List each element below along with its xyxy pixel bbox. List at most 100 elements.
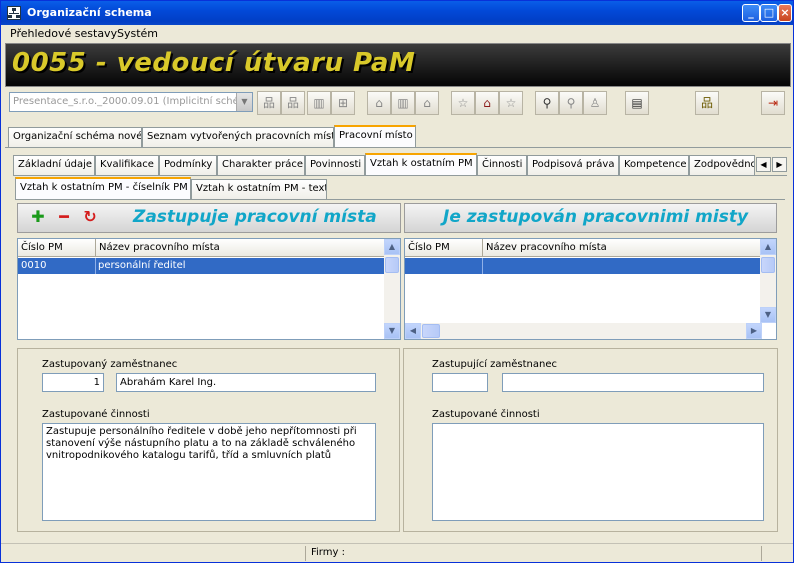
menu-item-prehledove-sestavy[interactable]: Přehledové sestavy [10, 27, 117, 40]
left-col-cislo-pm[interactable]: Číslo PM [18, 239, 96, 257]
window-title: Organizační schema [27, 6, 152, 19]
tab-organizacni-schema-nove[interactable]: Organizační schéma nové [8, 127, 142, 147]
zastupujici-zamestnanec-label: Zastupující zaměstnanec [432, 359, 557, 370]
org-chart-down-icon[interactable]: 品 [281, 91, 305, 115]
tab-seznam-pracovnich-mist[interactable]: Seznam vytvořených pracovních míst [142, 127, 334, 147]
house-icon[interactable]: ⌂ [367, 91, 391, 115]
toolbar: Presentace_s.r.o._2000.09.01 (Implicitní… [5, 89, 791, 117]
network-icon[interactable]: 品 [695, 91, 719, 115]
right-detail-group: Zastupující zaměstnanec Zastupované činn… [403, 348, 778, 532]
tab-vztah-text[interactable]: Vztah k ostatním PM - text [191, 179, 327, 199]
remove-icon[interactable]: ━ [54, 208, 74, 228]
scroll-down-icon[interactable]: ▼ [384, 323, 400, 339]
scroll-up-icon[interactable]: ▲ [384, 239, 400, 255]
zastupovane-cinnosti-label: Zastupované činnosti [42, 409, 150, 420]
position-banner: 0055 - vedoucí útvaru PaM [5, 43, 791, 87]
scroll-up-icon[interactable]: ▲ [760, 239, 776, 255]
schema-select-value: Presentace_s.r.o._2000.09.01 (Implicitní… [13, 96, 239, 107]
tab-scroll-right-icon[interactable]: ▶ [772, 157, 787, 172]
star-icon[interactable]: ☆ [451, 91, 475, 115]
minimize-button[interactable]: _ [742, 4, 760, 22]
tab-vztah-ciselnik-pm[interactable]: Vztah k ostatním PM - číselník PM [15, 177, 191, 199]
zoom-icon[interactable]: ⚲ [559, 91, 583, 115]
title-bar[interactable]: Organizační schema _ □ × [1, 1, 793, 25]
right-grid-vscrollbar[interactable]: ▲ ▼ [760, 239, 776, 323]
tab-povinnosti[interactable]: Povinnosti [305, 155, 365, 175]
hscroll-thumb[interactable] [422, 324, 440, 338]
status-separator [305, 546, 306, 561]
schema-select[interactable]: Presentace_s.r.o._2000.09.01 (Implicitní… [9, 92, 253, 112]
row-nazev: personální ředitel [98, 260, 186, 271]
right-panel-header: Je zastupován pracovnimi misty [404, 203, 777, 233]
tab-kvalifikace[interactable]: Kvalifikace [95, 155, 159, 175]
refresh-icon[interactable]: ↻ [80, 208, 100, 228]
left-detail-group: Zastupovaný zaměstnanec 1 Abrahám Karel … [17, 348, 400, 532]
right-panel-title: Je zastupován pracovnimi misty [443, 207, 749, 227]
tab-charakter-prace[interactable]: Charakter práce [217, 155, 305, 175]
tab-zodpovednost[interactable]: Zodpovědno [689, 155, 755, 175]
exit-door-icon[interactable]: ⇥ [761, 91, 785, 115]
org-chart-app-icon [7, 6, 21, 20]
status-bar: Firmy : [1, 543, 793, 562]
right-grid-hscrollbar[interactable]: ◀ ▶ [405, 323, 762, 339]
status-separator [761, 546, 762, 561]
main-tab-divider [5, 147, 791, 148]
menu-item-system[interactable]: Systém [117, 27, 158, 40]
table-row[interactable] [405, 258, 762, 274]
people-icon[interactable]: ☆ [499, 91, 523, 115]
tab-zakladni-udaje[interactable]: Základní údaje [13, 155, 95, 175]
inner-tab-row: Vztah k ostatním PM - číselník PM Vztah … [5, 177, 791, 199]
left-grid-vscrollbar[interactable]: ▲ ▼ [384, 239, 400, 339]
scroll-left-icon[interactable]: ◀ [405, 323, 421, 339]
scroll-thumb[interactable] [385, 257, 399, 273]
house-up-icon[interactable]: ▥ [391, 91, 415, 115]
maximize-button[interactable]: □ [760, 4, 778, 22]
home-icon[interactable]: ⌂ [475, 91, 499, 115]
firmy-label: Firmy : [311, 547, 345, 558]
tab-cinnosti[interactable]: Činnosti [477, 155, 527, 175]
print-icon[interactable]: ▤ [625, 91, 649, 115]
building-icon[interactable]: ▥ [307, 91, 331, 115]
table-row[interactable]: 0010 personální ředitel [18, 258, 386, 274]
activities-memo[interactable]: Zastupuje personálního ředitele v době j… [42, 423, 376, 521]
sub-tab-row: Základní údaje Kvalifikace Podmínky Char… [5, 153, 791, 175]
right-col-cislo-pm[interactable]: Číslo PM [405, 239, 483, 257]
chevron-down-icon[interactable]: ▼ [236, 93, 252, 111]
tab-kompetence[interactable]: Kompetence [619, 155, 689, 175]
banner-title: 0055 - vedoucí útvaru PaM [12, 48, 416, 78]
sub-tab-divider [13, 175, 787, 176]
tab-podpisova-prava[interactable]: Podpisová práva [527, 155, 619, 175]
tree-icon[interactable]: ⊞ [331, 91, 355, 115]
left-col-nazev[interactable]: Název pracovního místa [96, 239, 386, 257]
scroll-right-icon[interactable]: ▶ [746, 323, 762, 339]
right-col-nazev[interactable]: Název pracovního místa [483, 239, 762, 257]
tab-pracovni-misto[interactable]: Pracovní místo [334, 125, 416, 147]
substitute-number-field[interactable] [432, 373, 488, 392]
scroll-down-icon[interactable]: ▼ [760, 307, 776, 323]
close-button[interactable]: × [778, 4, 792, 22]
add-icon[interactable]: ✚ [28, 208, 48, 228]
menu-bar: Přehledové sestavy Systém [1, 25, 793, 42]
tab-podminky[interactable]: Podmínky [159, 155, 217, 175]
main-window: Organizační schema _ □ × Přehledové sest… [0, 0, 794, 563]
row-cislo: 0010 [21, 260, 47, 271]
left-panel-header: ✚ ━ ↻ Zastupuje pracovní místa [17, 203, 401, 233]
house-alt-icon[interactable]: ⌂ [415, 91, 439, 115]
substitute-name-field[interactable] [502, 373, 764, 392]
employee-name-field[interactable]: Abrahám Karel Ing. [116, 373, 376, 392]
left-grid[interactable]: Číslo PM Název pracovního místa 0010 per… [17, 238, 401, 340]
left-panel-title: Zastupuje pracovní místa [133, 207, 377, 227]
refresh-person-icon[interactable]: ♙ [583, 91, 607, 115]
search-icon[interactable]: ⚲ [535, 91, 559, 115]
employee-number-field[interactable]: 1 [42, 373, 104, 392]
right-grid[interactable]: Číslo PM Název pracovního místa ▲ ▼ ◀ ▶ [404, 238, 777, 340]
inner-tab-divider [15, 199, 785, 200]
tab-scroll-left-icon[interactable]: ◀ [756, 157, 771, 172]
right-activities-memo[interactable] [432, 423, 764, 521]
org-chart-icon[interactable]: 品 [257, 91, 281, 115]
zastupovany-zamestnanec-label: Zastupovaný zaměstnanec [42, 359, 178, 370]
main-tab-row: Organizační schéma nové Seznam vytvořený… [5, 125, 791, 147]
scroll-thumb[interactable] [761, 257, 775, 273]
tab-vztah-k-ostatnim-pm[interactable]: Vztah k ostatním PM [365, 153, 477, 175]
right-activities-label: Zastupované činnosti [432, 409, 540, 420]
